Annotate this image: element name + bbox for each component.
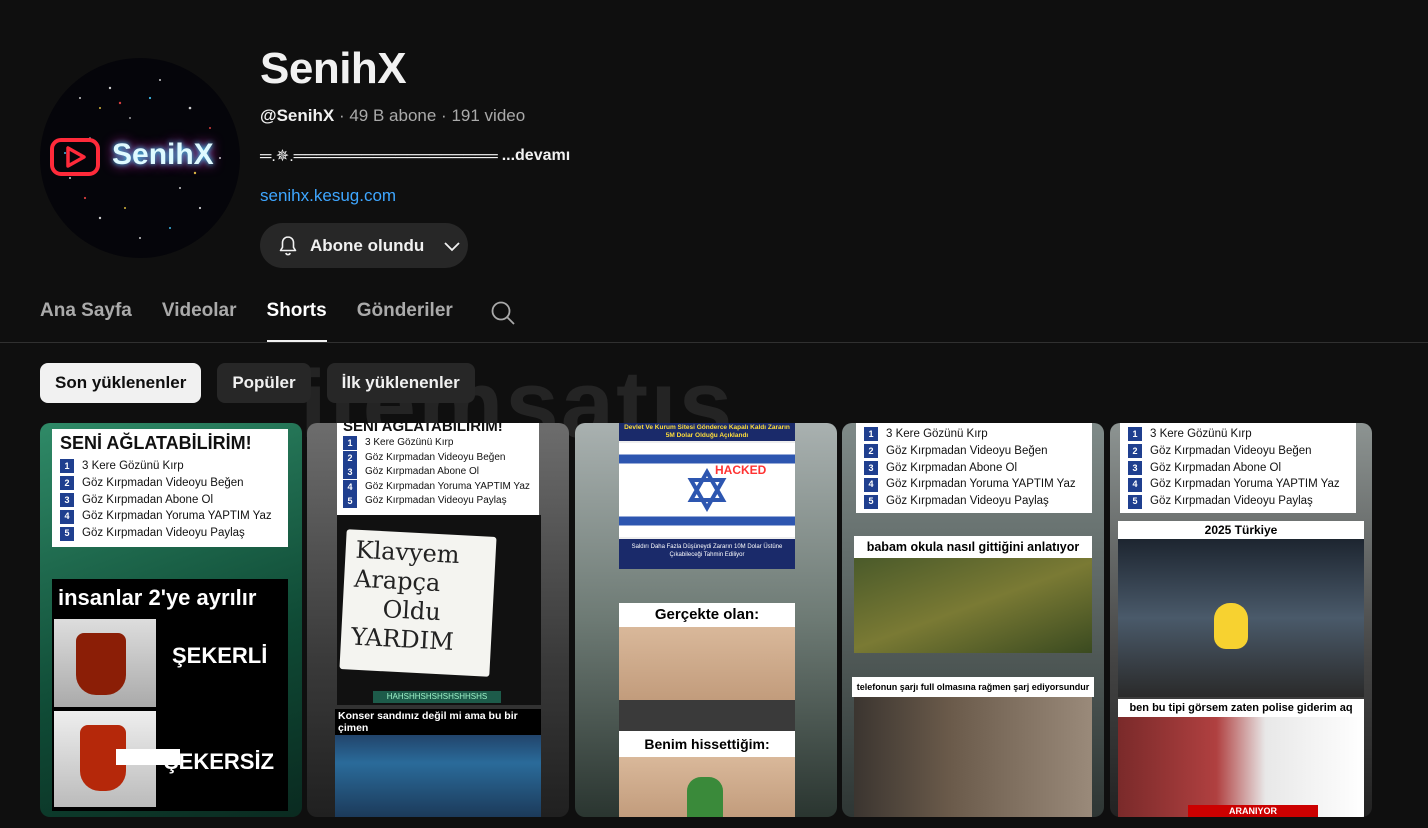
news-image: ARANIYOR xyxy=(1118,717,1364,817)
bell-icon xyxy=(279,235,297,255)
thumbnail-caption: Benim hissettiğim: xyxy=(619,731,795,757)
instructions-panel: 13 Kere Gözünü Kırp 2 Göz Kırpmadan Video… xyxy=(856,423,1092,513)
thumbnail-headline: insanlar 2'ye ayrılır xyxy=(58,585,257,610)
list-item: 3 Göz Kırpmadan Abone Ol xyxy=(1128,460,1348,477)
channel-description[interactable]: ═.✵.══════════════════ ...devamı xyxy=(260,146,570,166)
list-item: 2 Göz Kırpmadan Videoyu Beğen xyxy=(1128,443,1348,460)
handwritten-note: Klavyem Arapça Oldu YARDIM xyxy=(339,529,497,677)
sort-chips: Son yüklenenler Popüler İlk yüklenenler xyxy=(40,363,475,403)
avatar-logo-text: SenihX xyxy=(112,138,214,171)
news-title: Devlet Ve Kurum Sitesi Gönderce Kapalı K… xyxy=(619,423,795,441)
thumbnail-caption: Konser sandınız değil mi ama bu bir çime… xyxy=(335,709,541,735)
concert-image: Konser sandınız değil mi ama bu bir çime… xyxy=(335,709,541,817)
steps-list: 13 Kere Gözünü Kırp 2 Göz Kırpmadan Video… xyxy=(1128,426,1348,510)
chip-popular[interactable]: Popüler xyxy=(217,363,311,403)
thumbnail-caption: ben bu tipi görsem zaten polise giderim … xyxy=(1118,699,1364,717)
body-image xyxy=(619,627,795,731)
tab-videos[interactable]: Videolar xyxy=(162,300,237,343)
instructions-panel: 13 Kere Gözünü Kırp 2 Göz Kırpmadan Video… xyxy=(1120,423,1356,513)
no-sugar-label: ŞEKERSİZ xyxy=(164,749,275,774)
list-item: 4 Göz Kırpmadan Yoruma YAPTIM Yaz xyxy=(1128,476,1348,493)
short-thumbnail[interactable]: SENİ AĞLATABİLİRİM! 13 Kere Gözünü Kırp … xyxy=(40,423,302,817)
tabs-divider xyxy=(0,342,1428,343)
list-item: 5 Göz Kırpmadan Videoyu Paylaş xyxy=(343,494,533,509)
channel-tabs: Ana Sayfa Videolar Shorts Gönderiler xyxy=(40,300,483,343)
instructions-panel: SENİ AĞLATABİLİRİM! 13 Kere Gözünü Kırp … xyxy=(337,423,539,515)
chevron-down-icon xyxy=(444,241,460,251)
list-item: 13 Kere Gözünü Kırp xyxy=(60,458,280,475)
instructions-panel: SENİ AĞLATABİLİRİM! 13 Kere Gözünü Kırp … xyxy=(52,429,288,547)
chat-screenshot: Klavyem Arapça Oldu YARDIM HAHSHHSHSHSHS… xyxy=(337,515,541,705)
list-item: 4 Göz Kırpmadan Yoruma YAPTIM Yaz xyxy=(60,508,280,525)
channel-link[interactable]: senihx.kesug.com xyxy=(260,186,396,206)
flag-image: HACKED xyxy=(619,443,795,537)
list-item: 3 Göz Kırpmadan Abone Ol xyxy=(60,492,280,509)
list-item: 2 Göz Kırpmadan Videoyu Beğen xyxy=(343,450,533,466)
thumbnail-title: SENİ AĞLATABİLİRİM! xyxy=(343,423,503,435)
pikachu-figure xyxy=(1214,603,1248,649)
body-image xyxy=(619,757,795,817)
subscribed-label: Abone olundu xyxy=(310,235,425,255)
channel-handle: @SenihX xyxy=(260,106,335,125)
subscribed-button[interactable]: Abone olundu xyxy=(260,223,468,268)
list-item: 3 Göz Kırpmadan Abone Ol xyxy=(343,465,533,480)
thumbnail-caption: 2025 Türkiye xyxy=(1118,521,1364,539)
search-icon xyxy=(491,301,515,325)
more-link[interactable]: ...devamı xyxy=(502,147,570,165)
steps-list: 13 Kere Gözünü Kırp 2 Göz Kırpmadan Video… xyxy=(343,436,533,509)
video-count: 191 video xyxy=(451,106,526,125)
news-banner: ARANIYOR xyxy=(1188,805,1318,817)
news-subtitle: Saldırı Daha Fazla Düşüneydi Zararın 10M… xyxy=(619,539,795,569)
sugar-label: ŞEKERLİ xyxy=(172,643,268,668)
game-image xyxy=(854,558,1092,653)
short-thumbnail[interactable]: 13 Kere Gözünü Kırp 2 Göz Kırpmadan Video… xyxy=(842,423,1104,817)
tab-posts[interactable]: Gönderiler xyxy=(357,300,453,343)
thumbnail-caption: babam okula nasıl gittiğini anlatıyor xyxy=(854,536,1092,558)
channel-search-button[interactable] xyxy=(490,300,516,331)
meta-separator: · xyxy=(338,106,345,125)
short-thumbnail[interactable]: Devlet Ve Kurum Sitesi Gönderce Kapalı K… xyxy=(575,423,837,817)
steps-list: 13 Kere Gözünü Kırp 2 Göz Kırpmadan Video… xyxy=(864,426,1084,510)
thumbnail-title: SENİ AĞLATABİLİRİM! xyxy=(60,433,252,453)
chip-latest[interactable]: Son yüklenenler xyxy=(40,363,202,403)
people-image xyxy=(854,697,1092,817)
hacked-label: HACKED xyxy=(715,463,767,477)
list-item: 13 Kere Gözünü Kırp xyxy=(1128,426,1348,443)
tea-glass-image xyxy=(54,619,156,707)
list-item: 3 Göz Kırpmadan Abone Ol xyxy=(864,460,1084,477)
chat-message: HAHSHHSHSHSHSHHSHS xyxy=(373,691,501,703)
news-panel: Devlet Ve Kurum Sitesi Gönderce Kapalı K… xyxy=(619,423,795,569)
channel-meta: @SenihX · 49 B abone · 191 video xyxy=(260,106,525,126)
list-item: 2 Göz Kırpmadan Videoyu Beğen xyxy=(60,475,280,492)
channel-title: SenihX xyxy=(260,44,407,93)
description-text: ═.✵.══════════════════ xyxy=(260,148,498,165)
list-item: 13 Kere Gözünü Kırp xyxy=(864,426,1084,443)
list-item: 5 Göz Kırpmadan Videoyu Paylaş xyxy=(864,493,1084,510)
list-item: 2 Göz Kırpmadan Videoyu Beğen xyxy=(864,443,1084,460)
tab-home[interactable]: Ana Sayfa xyxy=(40,300,132,343)
comparison-panel: insanlar 2'ye ayrılır ŞEKERLİ ŞEKERSİZ xyxy=(52,579,288,811)
list-item: 5 Göz Kırpmadan Videoyu Paylaş xyxy=(1128,493,1348,510)
list-item: 4 Göz Kırpmadan Yoruma YAPTIM Yaz xyxy=(864,476,1084,493)
channel-avatar[interactable]: SenihX xyxy=(40,58,240,258)
list-item: 4 Göz Kırpmadan Yoruma YAPTIM Yaz xyxy=(343,479,533,495)
chip-oldest[interactable]: İlk yüklenenler xyxy=(326,363,475,403)
steps-list: 13 Kere Gözünü Kırp 2 Göz Kırpmadan Video… xyxy=(60,458,280,542)
subscriber-count: 49 B abone xyxy=(349,106,437,125)
list-item: 5 Göz Kırpmadan Videoyu Paylaş xyxy=(60,525,280,542)
tab-shorts[interactable]: Shorts xyxy=(266,300,327,343)
meta-separator: · xyxy=(441,106,447,125)
thumbnail-caption: telefonun şarjı full olmasına rağmen şar… xyxy=(852,677,1094,697)
riot-image xyxy=(1118,539,1364,697)
short-thumbnail[interactable]: 13 Kere Gözünü Kırp 2 Göz Kırpmadan Video… xyxy=(1110,423,1372,817)
list-item: 13 Kere Gözünü Kırp xyxy=(343,436,533,451)
short-thumbnail[interactable]: SENİ AĞLATABİLİRİM! 13 Kere Gözünü Kırp … xyxy=(307,423,569,817)
thumbnail-caption: Gerçekte olan: xyxy=(619,603,795,627)
tea-glass-image xyxy=(54,711,180,807)
